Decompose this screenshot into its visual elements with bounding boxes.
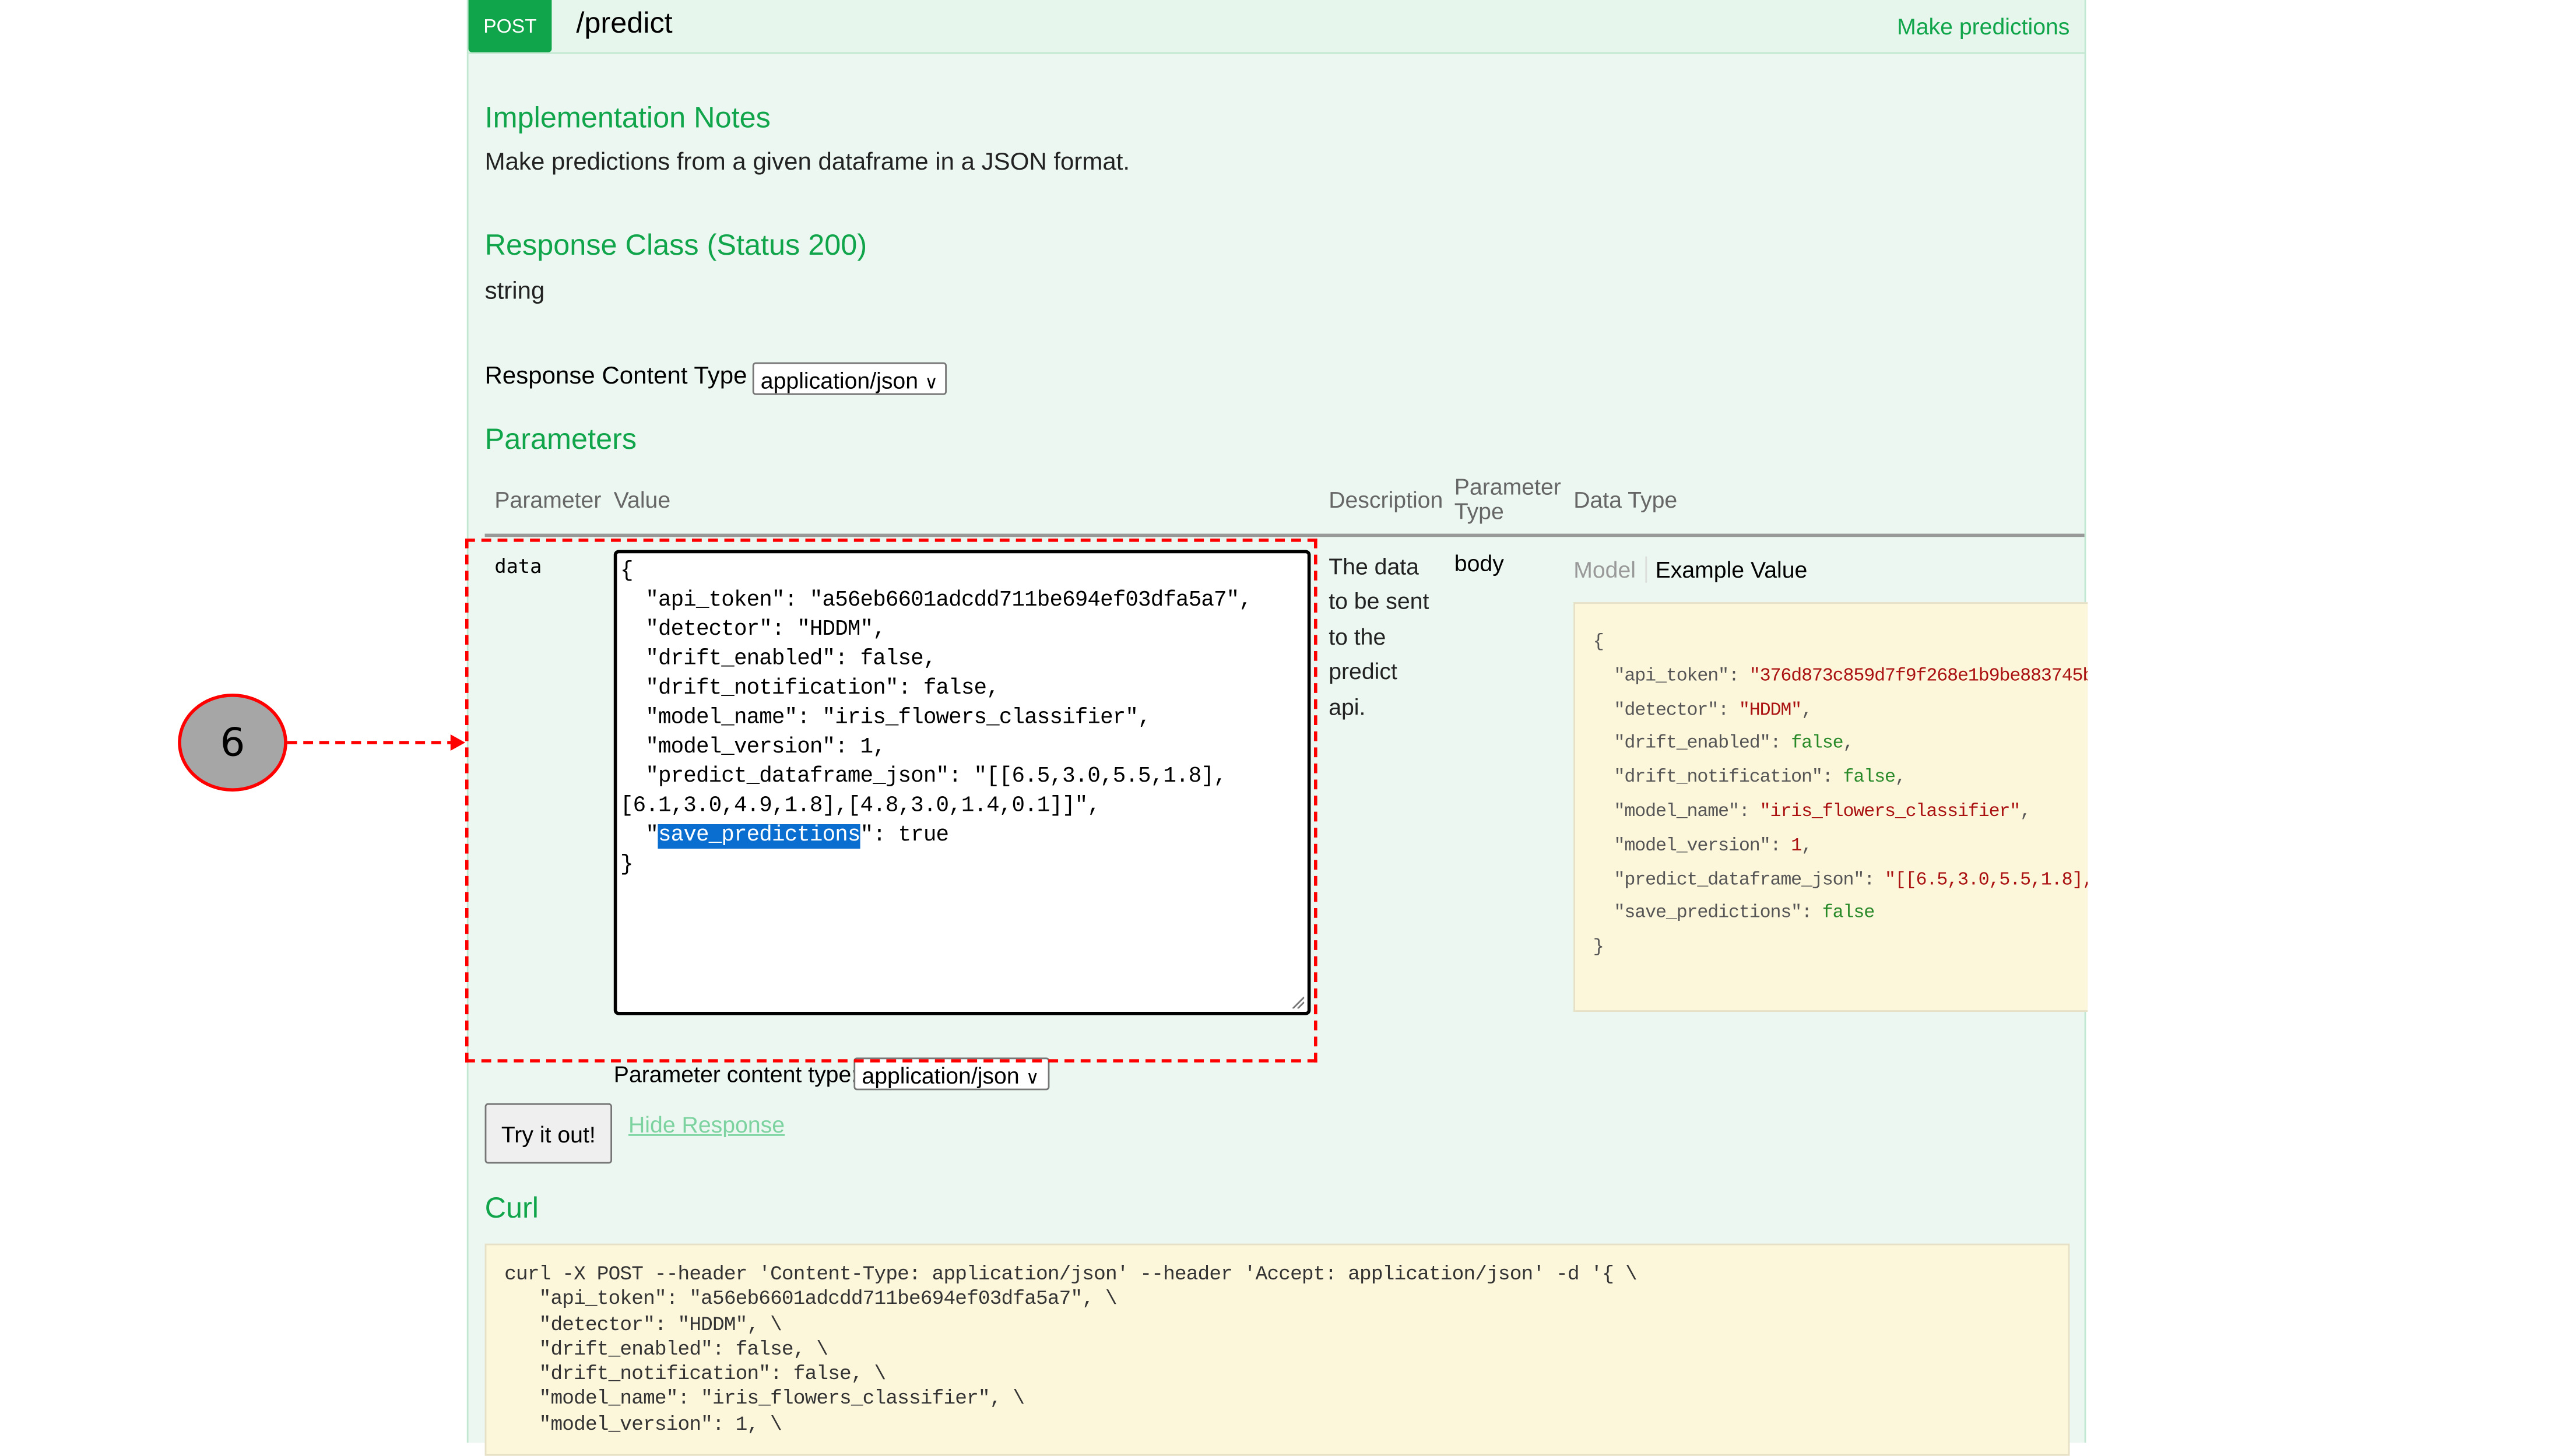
endpoint-path[interactable]: /predict (576, 6, 672, 41)
json-value: "[[6.5,3.0,5.5,1.8],[ (1884, 871, 2088, 891)
json-key: "drift_notification": (1593, 769, 1843, 789)
column-header-data-type: Data Type (1573, 486, 1678, 513)
json-punct: , (1843, 735, 1854, 755)
json-value: 1 (1791, 836, 1802, 857)
example-json-entry: "save_predictions": false (1593, 905, 1875, 924)
operation-heading[interactable]: POST /predict Make predictions (468, 0, 2085, 54)
curl-line: "drift_enabled": false, \ (539, 1338, 828, 1361)
annotation-highlight-box (465, 539, 1317, 1063)
annotation-arrow-line (287, 741, 457, 744)
json-value: false (1791, 735, 1843, 755)
parameters-title: Parameters (484, 423, 637, 456)
table-header-divider (484, 533, 2085, 537)
response-class-title: Response Class (Status 200) (484, 228, 867, 261)
json-punct: , (2020, 803, 2031, 823)
example-value-json[interactable]: { "api_token": "376d873c859d7f9f268e1b9b… (1575, 604, 2088, 966)
example-json-entry: "model_name": "iris_flowers_classifier", (1593, 803, 2032, 823)
json-key: "api_token": (1593, 667, 1749, 687)
column-header-description: Description (1329, 486, 1443, 513)
column-header-parameter: Parameter (494, 486, 602, 513)
tab-model[interactable]: Model (1573, 556, 1647, 583)
step-marker: 6 (178, 694, 287, 792)
curl-line: "model_name": "iris_flowers_classifier",… (539, 1388, 1025, 1411)
column-header-parameter-type: Parameter Type (1454, 473, 1561, 524)
response-content-type-value: application/json (760, 367, 919, 393)
try-it-out-button[interactable]: Try it out! (484, 1103, 612, 1164)
example-json-entry: "model_version": 1, (1593, 836, 1813, 857)
json-punct: , (1895, 769, 1906, 789)
example-json-entry: "drift_enabled": false, (1593, 735, 1854, 755)
chevron-down-icon: ∨ (925, 374, 938, 393)
json-value: "iris_flowers_classifier" (1759, 803, 2021, 823)
json-key: "drift_enabled": (1593, 735, 1791, 755)
curl-line: "detector": "HDDM", \ (539, 1313, 782, 1337)
json-punct: , (1801, 701, 1812, 721)
parameter-content-type-value: application/json (862, 1062, 1020, 1089)
swagger-page: POST /predict Make predictions Implement… (0, 0, 2564, 1456)
json-key: "save_predictions": (1593, 905, 1822, 924)
json-key: "model_version": (1593, 836, 1791, 857)
json-key: "predict_dataframe_json": (1593, 871, 1885, 891)
json-key: "model_name": (1593, 803, 1760, 823)
implementation-notes-text: Make predictions from a given dataframe … (484, 148, 1130, 177)
http-method-badge[interactable]: POST (468, 0, 552, 52)
json-value: "HDDM" (1738, 701, 1802, 721)
example-value-box[interactable]: { "api_token": "376d873c859d7f9f268e1b9b… (1573, 602, 2088, 1012)
json-value: false (1843, 769, 1896, 789)
parameter-type-value: body (1454, 550, 1504, 576)
hide-response-link[interactable]: Hide Response (628, 1112, 785, 1138)
curl-line: curl -X POST --header 'Content-Type: app… (504, 1263, 1637, 1286)
json-punct: , (1801, 836, 1812, 857)
curl-line: "api_token": "a56eb6601adcdd711be694ef03… (539, 1288, 1118, 1311)
operation-summary-link[interactable]: Make predictions (1897, 13, 2069, 39)
json-value: "376d873c859d7f9f268e1b9be883745b" (1749, 667, 2088, 687)
json-value: false (1822, 905, 1875, 924)
tab-example-value[interactable]: Example Value (1647, 557, 1808, 583)
chevron-down-icon: ∨ (1025, 1069, 1039, 1089)
example-json-entry: "detector": "HDDM", (1593, 701, 1813, 721)
example-json-entry: "api_token": "376d873c859d7f9f268e1b9be8… (1593, 667, 2088, 687)
example-json-entry: "drift_notification": false, (1593, 769, 1906, 789)
column-header-value: Value (613, 486, 671, 513)
json-brace: } (1593, 938, 1604, 959)
curl-line: "model_version": 1, \ (539, 1413, 782, 1436)
example-json-entry: "predict_dataframe_json": "[[6.5,3.0,5.5… (1593, 871, 2088, 891)
data-type-tabs: Model Example Value (1573, 556, 1808, 583)
response-class-type: string (484, 277, 545, 305)
json-brace: { (1593, 633, 1604, 653)
json-key: "detector": (1593, 701, 1739, 721)
parameter-content-type-label: Parameter content type: (613, 1061, 858, 1087)
arrow-right-icon (450, 734, 465, 751)
parameter-description: The data to be sent to the predict api. (1329, 553, 1429, 719)
curl-line: "drift_notification": false, \ (539, 1363, 887, 1386)
curl-title: Curl (484, 1191, 539, 1224)
implementation-notes-title: Implementation Notes (484, 101, 771, 134)
curl-command-box[interactable]: curl -X POST --header 'Content-Type: app… (484, 1243, 2070, 1456)
response-content-type-label: Response Content Type (484, 362, 747, 391)
response-content-type-select[interactable]: application/json ∨ (752, 362, 947, 395)
curl-command-text[interactable]: curl -X POST --header 'Content-Type: app… (486, 1245, 2068, 1438)
